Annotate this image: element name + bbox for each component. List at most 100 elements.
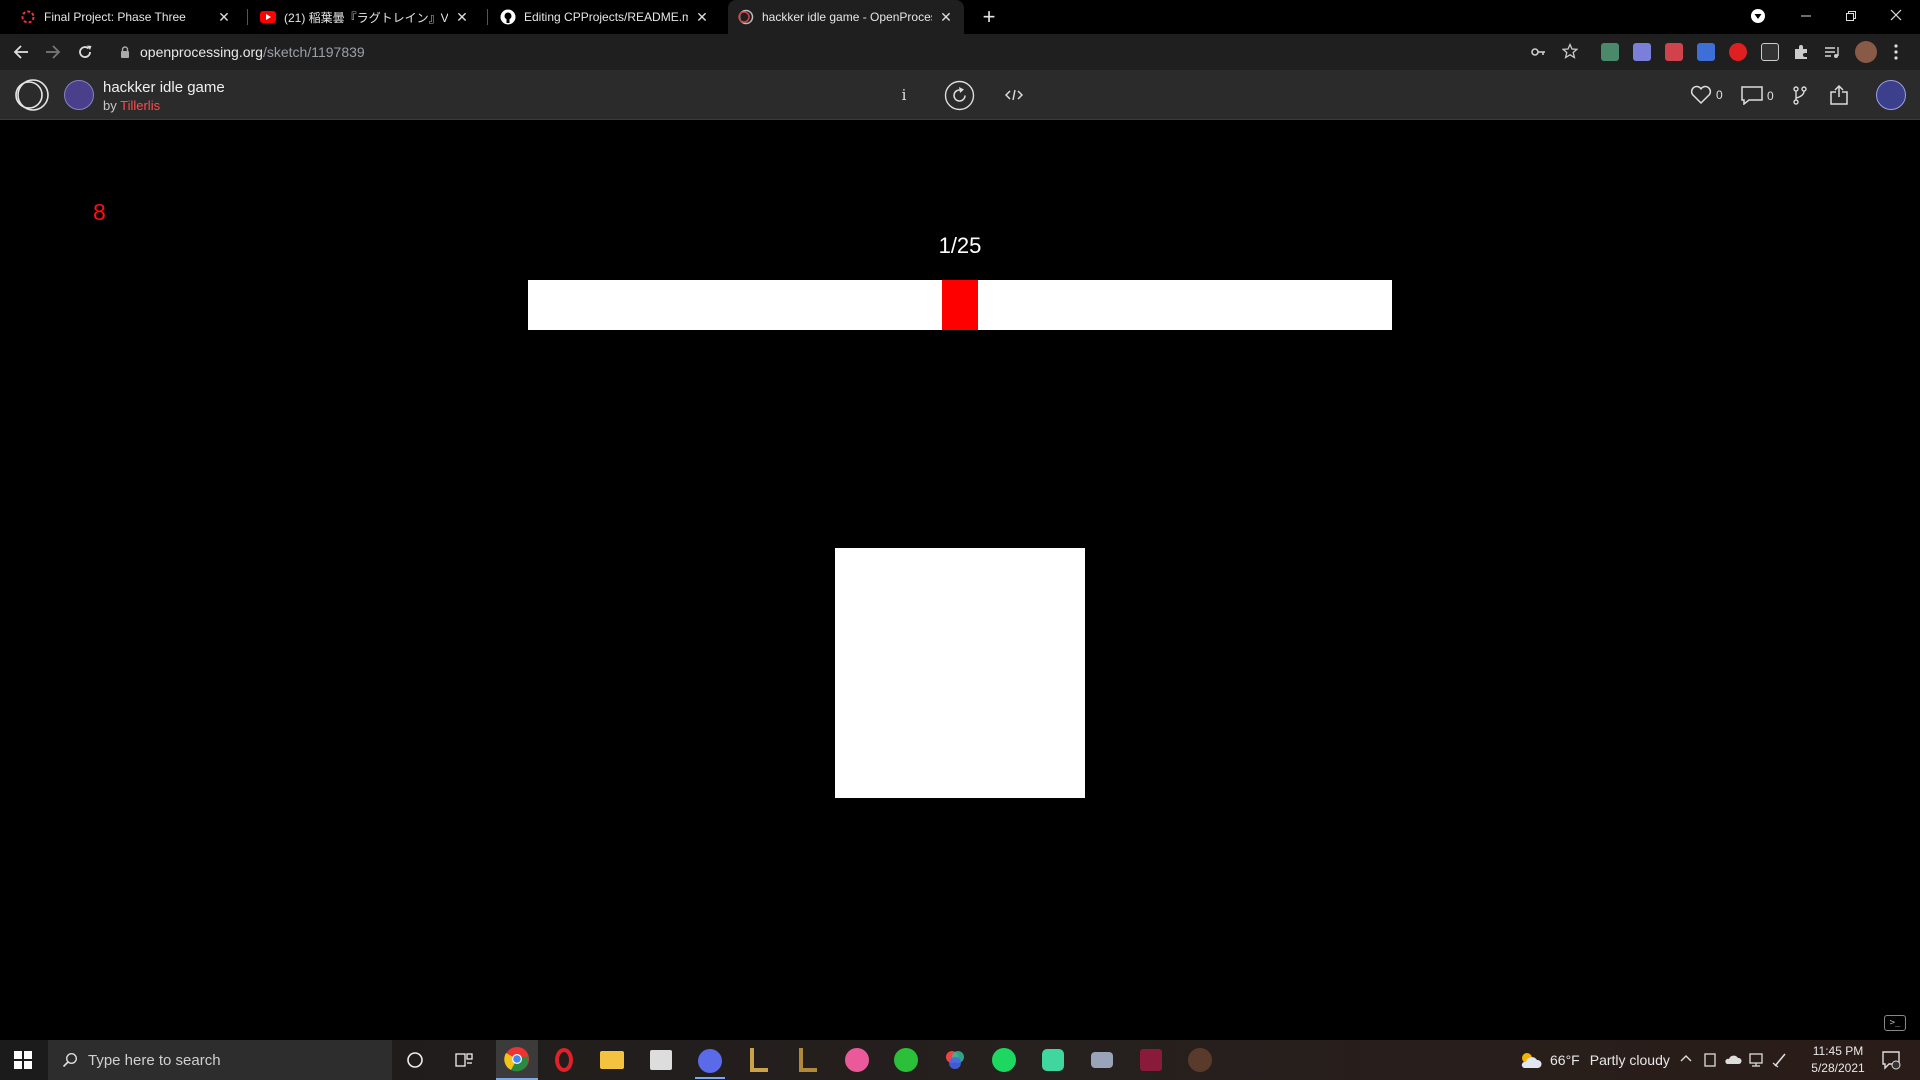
task-view-icon[interactable] <box>449 1045 479 1075</box>
close-icon[interactable]: ✕ <box>694 9 710 25</box>
click-target-square[interactable] <box>835 548 1085 798</box>
tab-separator <box>487 9 488 25</box>
taskbar-app-character-icon[interactable] <box>1185 1045 1215 1075</box>
code-icon[interactable] <box>1005 88 1023 102</box>
taskbar-league-client-icon[interactable] <box>793 1045 823 1075</box>
timing-bar <box>528 280 1392 330</box>
browser-tab-strip: Final Project: Phase Three ✕ (21) 稲葉曇『ラグ… <box>0 0 1920 34</box>
sketch-byline: by Tillerlis <box>103 98 160 113</box>
like-count: 0 <box>1716 88 1723 102</box>
windows-start-icon[interactable] <box>0 1040 46 1080</box>
taskbar-league-icon[interactable] <box>744 1045 774 1075</box>
network-icon[interactable] <box>1748 1052 1764 1068</box>
comment-icon <box>1741 86 1763 105</box>
weather-temp: 66°F <box>1550 1052 1580 1068</box>
reload-icon[interactable] <box>73 40 97 64</box>
close-icon[interactable]: ✕ <box>454 9 470 25</box>
extension-icon[interactable] <box>1729 43 1747 61</box>
by-label: by <box>103 98 117 113</box>
timing-marker <box>942 280 978 330</box>
restart-icon[interactable] <box>944 80 975 111</box>
tab-github[interactable]: Editing CPProjects/README.md at ✕ <box>490 0 720 34</box>
tab-separator <box>247 9 248 25</box>
tab-title: Final Project: Phase Three <box>44 10 186 24</box>
bookmark-star-icon[interactable] <box>1562 43 1578 59</box>
progress-label: 1/25 <box>938 233 982 258</box>
minimize-icon[interactable] <box>1798 8 1814 24</box>
weather-description: Partly cloudy <box>1589 1052 1670 1068</box>
puzzle-icon[interactable] <box>1792 43 1810 61</box>
taskbar-store-icon[interactable] <box>646 1045 676 1075</box>
lock-icon[interactable] <box>120 46 130 58</box>
partly-cloudy-icon <box>1518 1050 1542 1070</box>
score-counter: 8 <box>93 199 106 225</box>
close-icon[interactable]: ✕ <box>216 9 232 25</box>
extension-icon[interactable] <box>1697 43 1715 61</box>
taskbar-chrome-icon[interactable] <box>496 1040 538 1080</box>
youtube-icon <box>260 9 276 25</box>
clock-date: 5/28/2021 <box>1811 1061 1865 1075</box>
share-icon[interactable] <box>1828 84 1850 106</box>
tab-openprocessing[interactable]: hackker idle game - OpenProcessing ✕ <box>728 0 964 34</box>
extension-icon[interactable] <box>1601 43 1619 61</box>
taskbar-app-teal-icon[interactable] <box>1038 1045 1068 1075</box>
taskbar-app-robot-icon[interactable] <box>1087 1045 1117 1075</box>
spinner-icon <box>20 9 36 25</box>
like-button[interactable]: 0 <box>1690 85 1723 105</box>
console-toggle-icon[interactable]: >_ <box>1884 1015 1906 1031</box>
taskbar-app-green-icon[interactable] <box>891 1045 921 1075</box>
extension-icon[interactable] <box>1633 43 1651 61</box>
taskbar-app-triangle-icon[interactable] <box>940 1045 970 1075</box>
tab-title: (21) 稲葉曇『ラグトレイン』Vo. 歌愛ユキ <box>284 10 448 25</box>
author-link[interactable]: Tillerlis <box>120 98 160 113</box>
media-queue-icon[interactable] <box>1824 44 1840 60</box>
profile-avatar[interactable] <box>1855 41 1877 63</box>
taskbar-search-input[interactable]: Type here to search <box>48 1040 392 1080</box>
tray-device-icon[interactable] <box>1703 1052 1717 1068</box>
taskbar-file-explorer-icon[interactable] <box>597 1045 627 1075</box>
taskbar-opera-icon[interactable] <box>549 1045 579 1075</box>
cortana-icon[interactable] <box>400 1045 430 1075</box>
window-close-icon[interactable] <box>1888 7 1904 23</box>
sketch-header: hackker idle game by Tillerlis i 0 0 <box>0 70 1920 120</box>
sketch-canvas[interactable]: 8 1/25 >_ <box>0 121 1920 1040</box>
pen-icon[interactable] <box>1772 1051 1788 1069</box>
comments-button[interactable]: 0 <box>1741 86 1774 105</box>
tab-title: hackker idle game - OpenProcessing <box>762 10 932 24</box>
github-icon <box>500 9 516 25</box>
search-icon <box>62 1052 78 1068</box>
onedrive-cloud-icon[interactable] <box>1724 1053 1742 1065</box>
windows-taskbar: Type here to search 66°F Partly cloudy 1… <box>0 1040 1920 1080</box>
taskbar-clock[interactable]: 11:45 PM 5/28/2021 <box>1798 1043 1878 1077</box>
sketch-title: hackker idle game <box>103 79 225 96</box>
openprocessing-icon <box>738 9 754 25</box>
back-arrow-icon[interactable] <box>9 40 33 64</box>
new-tab-button[interactable]: + <box>977 4 1001 29</box>
taskbar-osu-icon[interactable] <box>842 1045 872 1075</box>
info-button[interactable]: i <box>896 84 912 106</box>
restore-icon[interactable] <box>1843 8 1859 24</box>
extension-icon[interactable] <box>1761 43 1779 61</box>
user-avatar[interactable] <box>1876 80 1906 110</box>
url-host: openprocessing.org <box>140 44 263 60</box>
notification-center-icon[interactable] <box>1881 1050 1901 1070</box>
close-icon[interactable]: ✕ <box>938 9 954 25</box>
weather-widget[interactable]: 66°F Partly cloudy <box>1518 1050 1670 1070</box>
fork-icon[interactable] <box>1792 85 1808 105</box>
extension-icon[interactable] <box>1665 43 1683 61</box>
key-icon[interactable] <box>1530 44 1546 60</box>
heart-icon <box>1690 85 1712 105</box>
profile-download-icon[interactable] <box>1750 8 1766 24</box>
kebab-menu-icon[interactable] <box>1893 43 1899 61</box>
tab-final-project[interactable]: Final Project: Phase Three ✕ <box>10 0 242 34</box>
chevron-up-icon[interactable] <box>1679 1053 1693 1063</box>
taskbar-discord-icon[interactable] <box>695 1045 725 1079</box>
tab-youtube[interactable]: (21) 稲葉曇『ラグトレイン』Vo. 歌愛ユキ ✕ <box>250 0 480 34</box>
tab-title: Editing CPProjects/README.md at <box>524 10 688 24</box>
openprocessing-logo-icon[interactable] <box>14 78 50 112</box>
taskbar-spotify-icon[interactable] <box>989 1045 1019 1075</box>
taskbar-app-v-icon[interactable] <box>1136 1045 1166 1075</box>
forward-arrow-icon[interactable] <box>41 40 65 64</box>
address-bar[interactable]: openprocessing.org/sketch/1197839 <box>108 38 1588 66</box>
author-avatar[interactable] <box>64 80 94 110</box>
